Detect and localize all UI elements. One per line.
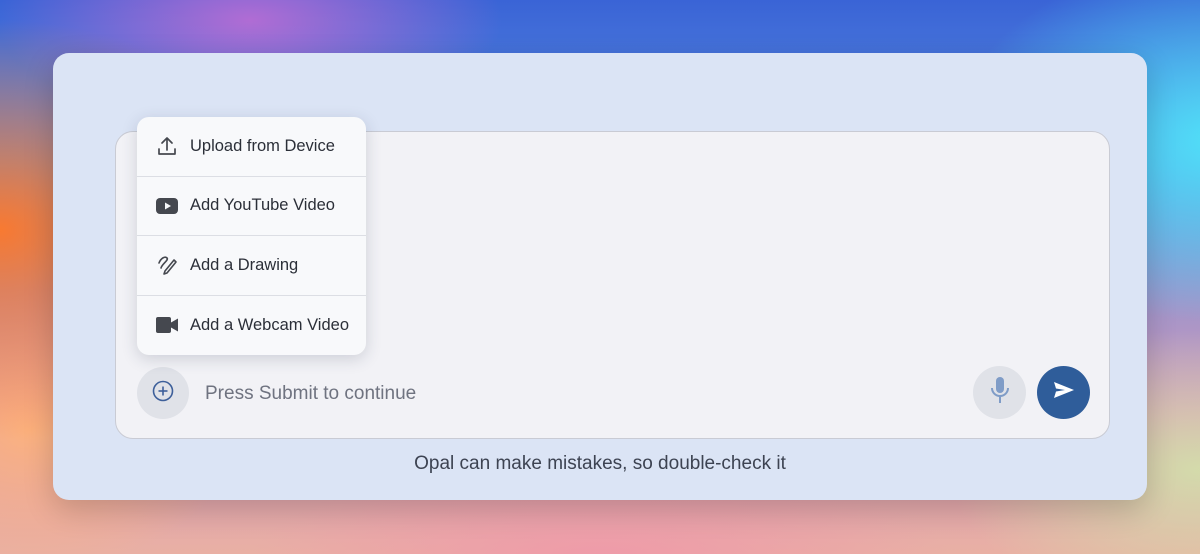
microphone-button[interactable] xyxy=(973,366,1026,419)
submit-button[interactable] xyxy=(1037,366,1090,419)
menu-item-upload-from-device[interactable]: Upload from Device xyxy=(137,117,366,177)
upload-icon xyxy=(155,134,179,158)
webcam-icon xyxy=(155,313,179,337)
youtube-icon xyxy=(155,194,179,218)
attachment-menu: Upload from Device Add YouTube Video Add… xyxy=(137,117,366,355)
menu-item-add-youtube-video[interactable]: Add YouTube Video xyxy=(137,177,366,236)
send-icon xyxy=(1053,381,1075,404)
disclaimer-text: Opal can make mistakes, so double-check … xyxy=(414,453,786,474)
menu-item-label: Add YouTube Video xyxy=(190,196,335,215)
microphone-icon xyxy=(989,375,1011,410)
add-attachment-button[interactable] xyxy=(137,367,189,419)
menu-item-label: Add a Webcam Video xyxy=(190,315,349,334)
drawing-icon xyxy=(155,253,179,277)
menu-item-add-a-webcam-video[interactable]: Add a Webcam Video xyxy=(137,296,366,356)
prompt-input[interactable] xyxy=(203,366,967,422)
menu-item-label: Upload from Device xyxy=(190,136,335,155)
plus-circle-icon xyxy=(152,380,174,407)
menu-item-label: Add a Drawing xyxy=(190,255,299,274)
menu-item-add-a-drawing[interactable]: Add a Drawing xyxy=(137,236,366,296)
